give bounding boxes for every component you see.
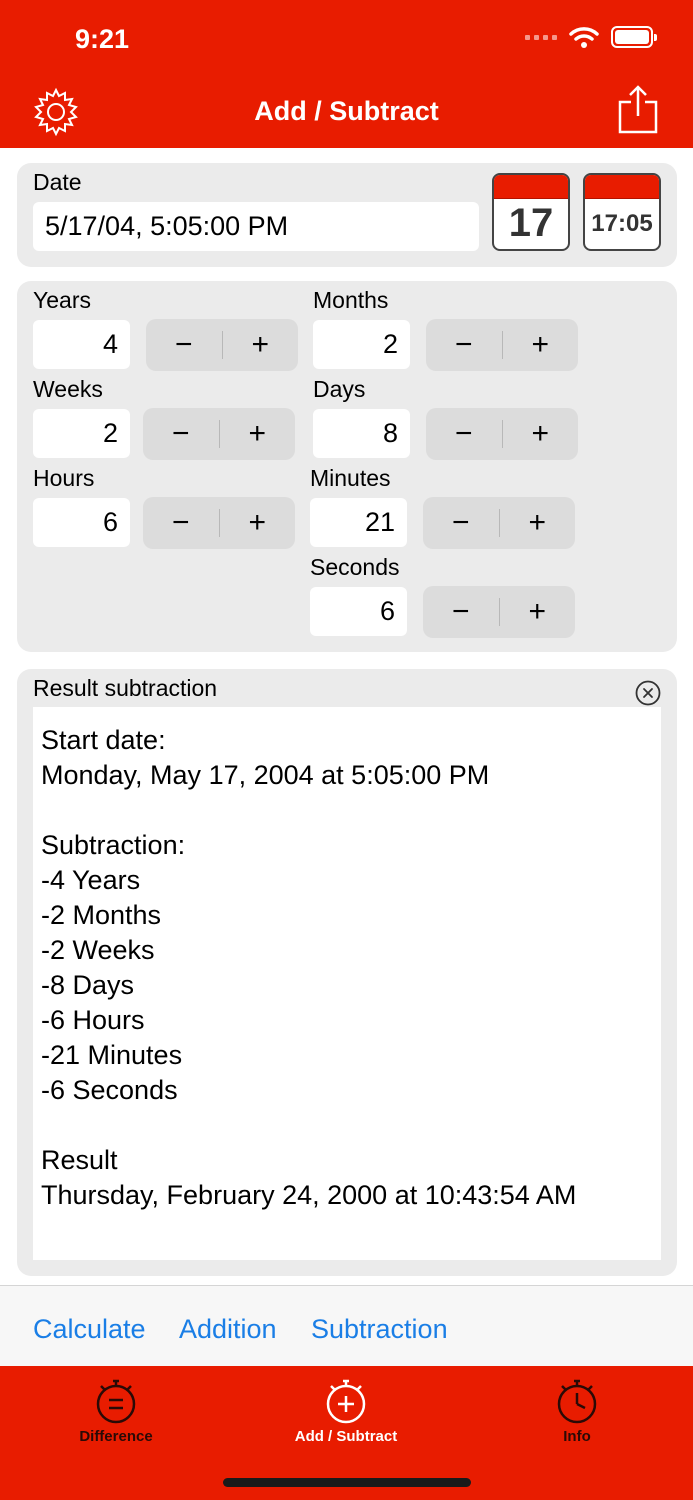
- seconds-increment-button[interactable]: +: [500, 586, 576, 638]
- months-stepper: − +: [426, 319, 578, 371]
- share-icon[interactable]: [616, 84, 660, 136]
- duration-panel: Years 4 − + Months 2 − + Weeks 2 − + Day…: [17, 281, 677, 652]
- minutes-stepper: − +: [423, 497, 575, 549]
- subtraction-button[interactable]: Subtraction: [311, 1314, 448, 1345]
- months-decrement-button[interactable]: −: [426, 319, 502, 371]
- days-increment-button[interactable]: +: [503, 408, 579, 460]
- years-label: Years: [33, 287, 91, 313]
- result-line: -2 Weeks: [41, 935, 155, 965]
- addition-button[interactable]: Addition: [179, 1314, 277, 1345]
- days-field[interactable]: 8: [313, 409, 410, 458]
- home-indicator[interactable]: [223, 1478, 471, 1487]
- tab-add-subtract[interactable]: Add / Subtract: [266, 1374, 426, 1445]
- result-line: -4 Years: [41, 865, 141, 895]
- date-field[interactable]: 5/17/04, 5:05:00 PM: [33, 202, 479, 251]
- result-line: -21 Minutes: [41, 1040, 183, 1070]
- tab-info-label: Info: [563, 1428, 591, 1445]
- weeks-increment-button[interactable]: +: [220, 408, 296, 460]
- minutes-decrement-button[interactable]: −: [423, 497, 499, 549]
- result-line: Thursday, February 24, 2000 at 10:43:54 …: [41, 1180, 577, 1210]
- result-line: -6 Hours: [41, 1005, 145, 1035]
- action-toolbar: Calculate Addition Subtraction: [0, 1285, 693, 1366]
- years-decrement-button[interactable]: −: [146, 319, 222, 371]
- seconds-decrement-button[interactable]: −: [423, 586, 499, 638]
- years-increment-button[interactable]: +: [223, 319, 299, 371]
- date-label: Date: [33, 169, 82, 195]
- days-decrement-button[interactable]: −: [426, 408, 502, 460]
- days-label: Days: [313, 376, 366, 402]
- weeks-stepper: − +: [143, 408, 295, 460]
- months-label: Months: [313, 287, 389, 313]
- weeks-label: Weeks: [33, 376, 103, 402]
- tab-bar: Difference Add / Subtract Info: [0, 1366, 693, 1500]
- minutes-label: Minutes: [310, 465, 391, 491]
- months-field[interactable]: 2: [313, 320, 410, 369]
- result-title: Result subtraction: [33, 675, 218, 701]
- result-panel: Result subtraction Start date: Monday, M…: [17, 669, 677, 1276]
- seconds-label: Seconds: [310, 554, 400, 580]
- tab-info[interactable]: Info: [497, 1374, 657, 1445]
- tab-add-subtract-label: Add / Subtract: [294, 1428, 398, 1445]
- result-line: Start date:: [41, 725, 166, 755]
- result-line: Result: [41, 1145, 118, 1175]
- minutes-field[interactable]: 21: [310, 498, 407, 547]
- result-text-area[interactable]: Start date: Monday, May 17, 2004 at 5:05…: [33, 707, 661, 1260]
- calendar-date-button[interactable]: 17: [492, 173, 570, 251]
- tab-difference-label: Difference: [79, 1428, 153, 1445]
- wifi-icon: [569, 27, 599, 48]
- hours-increment-button[interactable]: +: [220, 497, 296, 549]
- result-line: [41, 1108, 653, 1143]
- status-icons: [525, 26, 657, 48]
- seconds-stepper: − +: [423, 586, 575, 638]
- tab-difference[interactable]: Difference: [36, 1374, 196, 1445]
- calendar-day-text: 17: [508, 201, 554, 245]
- stopwatch-equals-icon: [96, 1379, 136, 1424]
- result-line: -6 Seconds: [41, 1075, 178, 1105]
- minutes-increment-button[interactable]: +: [500, 497, 576, 549]
- clock-time-text: 17:05: [591, 210, 653, 237]
- signal-icon: [525, 34, 557, 40]
- weeks-decrement-button[interactable]: −: [143, 408, 219, 460]
- result-line: Monday, May 17, 2004 at 5:05:00 PM: [41, 760, 490, 790]
- result-line: [41, 793, 653, 828]
- hours-decrement-button[interactable]: −: [143, 497, 219, 549]
- navigation-header: 9:21 Add / Subtract: [0, 0, 693, 148]
- stopwatch-icon: [557, 1379, 597, 1424]
- years-field[interactable]: 4: [33, 320, 130, 369]
- page-title: Add / Subtract: [254, 96, 439, 126]
- days-stepper: − +: [426, 408, 578, 460]
- result-line: Subtraction:: [41, 830, 186, 860]
- months-increment-button[interactable]: +: [503, 319, 579, 371]
- clock-time-button[interactable]: 17:05: [583, 173, 661, 251]
- date-panel: Date 5/17/04, 5:05:00 PM 17 17:05: [17, 163, 677, 267]
- status-time: 9:21: [75, 24, 130, 54]
- battery-icon: [611, 26, 657, 48]
- stopwatch-plus-icon: [326, 1379, 366, 1424]
- calculate-button[interactable]: Calculate: [33, 1314, 146, 1345]
- seconds-field[interactable]: 6: [310, 587, 407, 636]
- hours-stepper: − +: [143, 497, 295, 549]
- result-line: -2 Months: [41, 900, 162, 930]
- clear-icon[interactable]: [635, 680, 661, 706]
- hours-label: Hours: [33, 465, 95, 491]
- result-line: -8 Days: [41, 970, 135, 1000]
- weeks-field[interactable]: 2: [33, 409, 130, 458]
- hours-field[interactable]: 6: [33, 498, 130, 547]
- years-stepper: − +: [146, 319, 298, 371]
